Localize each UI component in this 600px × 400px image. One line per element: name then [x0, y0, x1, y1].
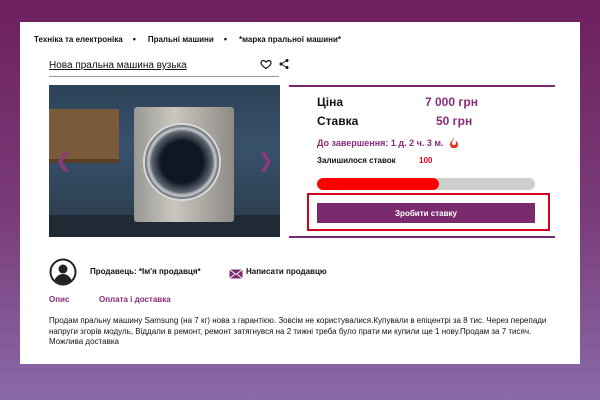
place-bid-button[interactable]: Зробити ставку — [317, 203, 535, 223]
contact-seller-label: Написати продавцю — [246, 266, 327, 276]
fire-icon — [449, 137, 459, 149]
mail-icon — [229, 266, 243, 279]
price-value: 7 000 грн — [425, 95, 478, 109]
auction-panel-bottom-rule — [289, 236, 555, 238]
chevron-right-icon[interactable]: ❯ — [257, 151, 274, 171]
title-divider — [49, 76, 279, 77]
tab-payment-delivery[interactable]: Оплата і доставка — [99, 295, 171, 304]
product-image: ❮ ❯ — [49, 85, 280, 237]
breadcrumb: Техніка та електроніка • Пральні машини … — [34, 34, 341, 44]
tab-description[interactable]: Опис — [49, 295, 69, 304]
chevron-left-icon[interactable]: ❮ — [55, 151, 72, 171]
auction-panel-top-rule — [289, 85, 555, 87]
remaining-bids-count: 100 — [419, 156, 433, 165]
price-label: Ціна — [317, 95, 344, 109]
product-description: Продам пральну машину Samsung (на 7 кг) … — [49, 316, 547, 346]
bid-label: Ставка — [317, 114, 359, 128]
deadline: До завершення: 1 д. 2 ч. 3 м. — [317, 137, 459, 149]
deadline-text: До завершення: 1 д. 2 ч. 3 м. — [317, 138, 444, 148]
bids-progress-fill — [317, 178, 440, 190]
contact-seller-link[interactable]: Написати продавцю — [229, 266, 327, 279]
washing-machine-door — [143, 123, 221, 201]
breadcrumb-item-washers[interactable]: Пральні машини — [148, 35, 214, 44]
product-title[interactable]: Нова пральна машина вузька — [49, 60, 187, 71]
remaining-bids-label: Залишилося ставок — [317, 156, 396, 165]
breadcrumb-item-electronics[interactable]: Техніка та електроніка — [34, 35, 123, 44]
product-card: Техніка та електроніка • Пральні машини … — [20, 22, 580, 364]
bid-value: 50 грн — [436, 114, 473, 128]
seller-name: Продавець: *Ім'я продавця* — [90, 267, 201, 276]
breadcrumb-separator: • — [132, 34, 136, 44]
title-actions — [260, 57, 290, 70]
heart-icon[interactable] — [260, 57, 272, 70]
bids-progress-bar — [317, 178, 535, 190]
user-avatar-icon[interactable] — [49, 258, 77, 286]
share-icon[interactable] — [278, 57, 290, 69]
breadcrumb-item-brand[interactable]: *марка пральної машини* — [239, 35, 341, 44]
breadcrumb-separator: • — [223, 34, 227, 44]
